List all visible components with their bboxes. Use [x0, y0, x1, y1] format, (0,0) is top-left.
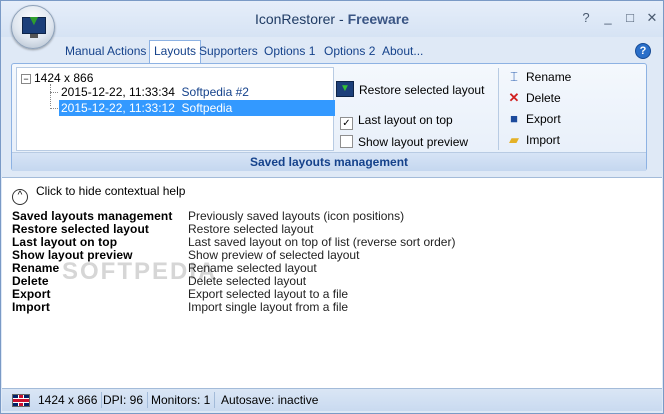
group-label: Saved layouts management: [12, 152, 646, 171]
download-arrow-icon: ▼: [27, 12, 41, 28]
delete-button[interactable]: ✕ Delete: [506, 88, 561, 108]
help-toggle-label: Click to hide contextual help: [36, 184, 186, 198]
help-desc: Show preview of selected layout: [188, 248, 360, 262]
checkbox-label: Show layout preview: [358, 135, 469, 149]
collapse-circle-icon: ^: [12, 189, 28, 205]
checkbox-unchecked-icon: [340, 135, 353, 148]
help-list: Saved layouts management Previously saved…: [12, 210, 455, 314]
layouts-tree[interactable]: − 1424 x 866 2015-12-22, 11:33:34 Softpe…: [16, 67, 335, 151]
layout-date: 2015-12-22, 11:33:34: [61, 85, 175, 99]
status-autosave: Autosave: inactive: [221, 393, 319, 407]
checkbox-label: Last layout on top: [358, 113, 453, 127]
checkbox-checked-icon: ✓: [340, 117, 353, 130]
uk-flag-icon[interactable]: [12, 394, 30, 407]
app-name: IconRestorer: [254, 11, 336, 27]
ribbon-divider: [498, 68, 499, 150]
app-logo-icon[interactable]: ▼: [11, 5, 55, 49]
status-bar: 1424 x 866 DPI: 96 Monitors: 1 Autosave:…: [2, 388, 662, 411]
tree-item-layout-selected[interactable]: 2015-12-22, 11:33:12 Softpedia: [59, 100, 335, 116]
status-monitors: Monitors: 1: [147, 392, 216, 408]
tab-manual-actions[interactable]: Manual Actions: [61, 41, 150, 62]
help-desc: Rename selected layout: [188, 261, 317, 275]
tab-about[interactable]: About...: [378, 41, 427, 62]
tree-line: [50, 108, 58, 109]
layout-date: 2015-12-22, 11:33:12: [61, 101, 175, 115]
tab-layouts[interactable]: Layouts: [149, 40, 202, 63]
app-window: IconRestorer - Freeware ? _ □ ✕ ▼ Manual…: [0, 0, 664, 414]
help-desc: Restore selected layout: [188, 222, 314, 236]
hide-help-toggle[interactable]: ^ Click to hide contextual help: [12, 184, 185, 205]
save-icon: ■: [510, 111, 518, 126]
help-desc: Export selected layout to a file: [188, 287, 349, 301]
layout-name: Softpedia #2: [181, 85, 249, 99]
tab-options-2[interactable]: Options 2: [320, 41, 379, 62]
tab-options-1[interactable]: Options 1: [260, 41, 319, 62]
restore-layout-button[interactable]: Restore selected layout: [336, 79, 485, 100]
status-resolution: 1424 x 866: [34, 392, 103, 408]
help-row: Import Import single layout from a file: [12, 301, 455, 314]
help-icon[interactable]: ?: [635, 43, 651, 59]
title-separator: -: [335, 11, 348, 27]
delete-label: Delete: [526, 91, 561, 105]
status-dpi: DPI: 96: [99, 392, 149, 408]
rename-button[interactable]: ⌶ Rename: [506, 67, 571, 87]
layouts-ribbon: − 1424 x 866 2015-12-22, 11:33:34 Softpe…: [11, 63, 647, 171]
maximize-button[interactable]: □: [621, 9, 639, 27]
tree-line: [50, 84, 51, 106]
title-bar: IconRestorer - Freeware ? _ □ ✕: [1, 1, 663, 37]
restore-icon: [336, 79, 354, 99]
app-edition: Freeware: [347, 11, 410, 27]
import-label: Import: [526, 133, 561, 147]
export-button[interactable]: ■ Export: [506, 109, 561, 129]
tree-item-layout[interactable]: 2015-12-22, 11:33:34 Softpedia #2: [59, 84, 251, 100]
rename-label: Rename: [526, 70, 572, 84]
contextual-help-panel: ^ Click to hide contextual help SOFTPEDIA…: [2, 177, 662, 388]
export-label: Export: [526, 112, 561, 126]
tree-line: [50, 92, 58, 93]
restore-label: Restore selected layout: [359, 83, 485, 97]
import-button[interactable]: ▰ Import: [506, 130, 560, 150]
help-desc: Last saved layout on top of list (revers…: [188, 235, 456, 249]
minimize-button[interactable]: _: [599, 9, 617, 27]
delete-icon: ✕: [508, 90, 520, 105]
show-layout-preview-checkbox[interactable]: Show layout preview: [340, 132, 468, 152]
last-layout-on-top-checkbox[interactable]: ✓ Last layout on top: [340, 110, 453, 130]
help-term: Import: [12, 300, 50, 314]
help-desc: Delete selected layout: [188, 274, 307, 288]
window-title: IconRestorer - Freeware: [1, 11, 663, 27]
help-desc: Previously saved layouts (icon positions…: [188, 209, 405, 223]
rename-icon: ⌶: [510, 69, 518, 84]
help-desc: Import single layout from a file: [188, 300, 349, 314]
close-button[interactable]: ✕: [643, 9, 661, 27]
layout-name: Softpedia: [181, 101, 233, 115]
folder-icon: ▰: [509, 132, 519, 147]
collapse-icon[interactable]: −: [21, 74, 31, 84]
help-window-button[interactable]: ?: [577, 9, 595, 27]
tab-supporters[interactable]: Supporters: [195, 41, 262, 62]
